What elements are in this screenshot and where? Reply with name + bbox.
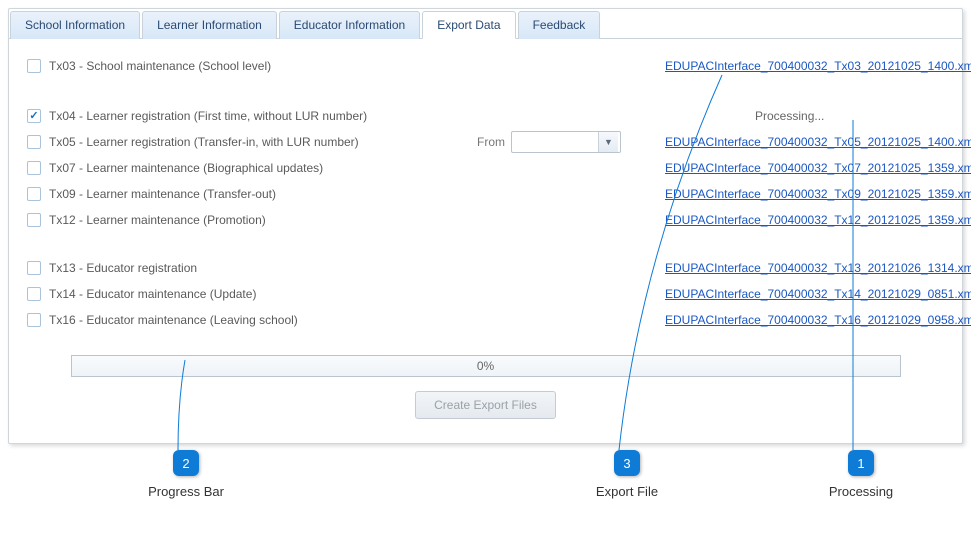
label-tx03: Tx03 - School maintenance (School level) (49, 59, 469, 73)
tab-educator-information[interactable]: Educator Information (279, 11, 420, 39)
callout-label-2: Progress Bar (148, 484, 224, 499)
label-tx13: Tx13 - Educator registration (49, 261, 469, 275)
from-input[interactable] (512, 132, 598, 152)
progress-bar-container: 0% (71, 355, 901, 377)
file-link-tx13[interactable]: EDUPACInterface_700400032_Tx13_20121026_… (665, 261, 971, 275)
checkbox-tx14[interactable] (27, 287, 41, 301)
status-processing: Processing... (665, 109, 824, 123)
export-content: Tx03 - School maintenance (School level)… (9, 39, 962, 429)
file-link-tx09[interactable]: EDUPACInterface_700400032_Tx09_20121025_… (665, 187, 971, 201)
checkbox-tx12[interactable] (27, 213, 41, 227)
label-tx07: Tx07 - Learner maintenance (Biographical… (49, 161, 469, 175)
callout-label-1: Processing (829, 484, 893, 499)
export-panel: School Information Learner Information E… (8, 8, 963, 444)
create-export-files-button[interactable]: Create Export Files (415, 391, 556, 419)
label-tx14: Tx14 - Educator maintenance (Update) (49, 287, 469, 301)
callout-layer: 1 Processing 2 Progress Bar 3 Export Fil… (8, 450, 963, 530)
chevron-down-icon[interactable]: ▼ (598, 132, 618, 152)
file-link-tx03[interactable]: EDUPACInterface_700400032_Tx03_20121025_… (665, 59, 971, 73)
row-tx16: Tx16 - Educator maintenance (Leaving sch… (27, 307, 944, 333)
file-link-tx07[interactable]: EDUPACInterface_700400032_Tx07_20121025_… (665, 161, 971, 175)
label-tx05: Tx05 - Learner registration (Transfer-in… (49, 135, 469, 149)
row-tx04: Tx04 - Learner registration (First time,… (27, 103, 944, 129)
file-link-tx12[interactable]: EDUPACInterface_700400032_Tx12_20121025_… (665, 213, 971, 227)
checkbox-tx09[interactable] (27, 187, 41, 201)
progress-bar: 0% (71, 355, 901, 377)
callout-label-3: Export File (596, 484, 658, 499)
row-tx03: Tx03 - School maintenance (School level)… (27, 53, 944, 79)
row-tx07: Tx07 - Learner maintenance (Biographical… (27, 155, 944, 181)
callout-badge-2: 2 (173, 450, 199, 476)
tab-feedback[interactable]: Feedback (518, 11, 601, 39)
checkbox-tx07[interactable] (27, 161, 41, 175)
row-tx14: Tx14 - Educator maintenance (Update) EDU… (27, 281, 944, 307)
tab-learner-information[interactable]: Learner Information (142, 11, 277, 39)
checkbox-tx16[interactable] (27, 313, 41, 327)
tab-bar: School Information Learner Information E… (9, 9, 962, 39)
callout-badge-1: 1 (848, 450, 874, 476)
file-link-tx16[interactable]: EDUPACInterface_700400032_Tx16_20121029_… (665, 313, 971, 327)
label-tx04: Tx04 - Learner registration (First time,… (49, 109, 469, 123)
callout-badge-3: 3 (614, 450, 640, 476)
tab-export-data[interactable]: Export Data (422, 11, 515, 39)
label-tx16: Tx16 - Educator maintenance (Leaving sch… (49, 313, 469, 327)
checkbox-tx04[interactable] (27, 109, 41, 123)
label-tx09: Tx09 - Learner maintenance (Transfer-out… (49, 187, 469, 201)
row-tx13: Tx13 - Educator registration EDUPACInter… (27, 255, 944, 281)
checkbox-tx13[interactable] (27, 261, 41, 275)
file-link-tx05[interactable]: EDUPACInterface_700400032_Tx05_20121025_… (665, 135, 971, 149)
tab-school-information[interactable]: School Information (10, 11, 140, 39)
file-link-tx14[interactable]: EDUPACInterface_700400032_Tx14_20121029_… (665, 287, 971, 301)
label-tx12: Tx12 - Learner maintenance (Promotion) (49, 213, 469, 227)
row-tx12: Tx12 - Learner maintenance (Promotion) E… (27, 207, 944, 233)
from-label: From (477, 135, 505, 149)
row-tx05: Tx05 - Learner registration (Transfer-in… (27, 129, 944, 155)
checkbox-tx05[interactable] (27, 135, 41, 149)
from-combo[interactable]: ▼ (511, 131, 621, 153)
row-tx09: Tx09 - Learner maintenance (Transfer-out… (27, 181, 944, 207)
checkbox-tx03[interactable] (27, 59, 41, 73)
